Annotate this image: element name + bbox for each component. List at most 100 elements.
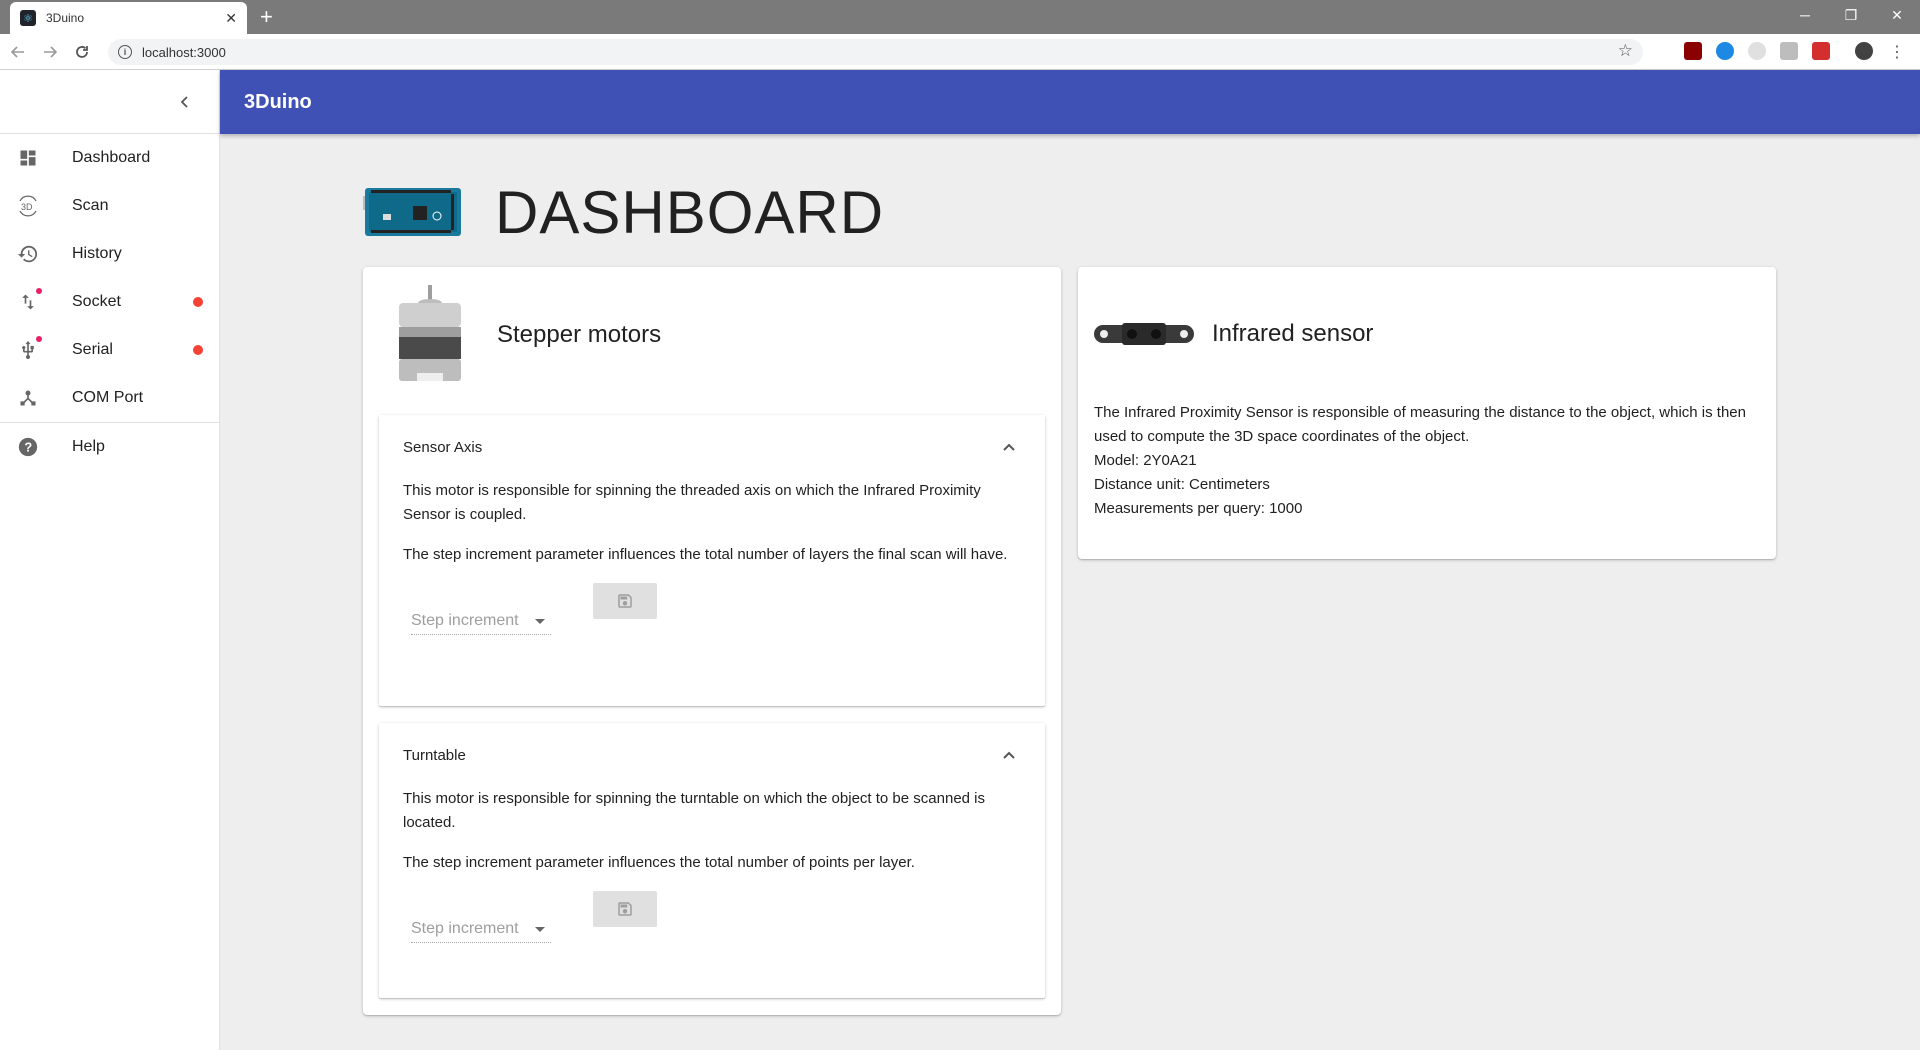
dropdown-caret-icon (535, 619, 545, 624)
sidebar-item-socket[interactable]: Socket (0, 278, 219, 326)
react-favicon-icon: ⚛ (20, 10, 36, 26)
bookmark-star-icon[interactable]: ☆ (1618, 41, 1633, 61)
sidebar-item-label: COM Port (72, 389, 144, 406)
panel-title: Turntable (403, 746, 466, 764)
browser-toolbar: i localhost:3000 ☆ ⋮ (0, 34, 1920, 70)
control-row: Step increment (403, 583, 1021, 643)
save-icon (618, 594, 632, 608)
step-increment-select[interactable]: Step increment (411, 607, 551, 635)
dashboard-icon (16, 146, 40, 170)
app-bar: 3Duino (220, 70, 1920, 134)
select-placeholder: Step increment (411, 919, 519, 937)
profile-avatar[interactable] (1855, 42, 1873, 60)
sensor-axis-panel: Sensor Axis This motor is responsible fo… (379, 415, 1045, 706)
sidebar-item-com-port[interactable]: COM Port (0, 374, 219, 422)
page-title: DASHBOARD (495, 178, 885, 246)
ir-card-title: Infrared sensor (1212, 320, 1374, 347)
back-icon[interactable] (4, 38, 32, 66)
socket-badge-dot (36, 288, 42, 294)
help-icon: ? (16, 435, 40, 459)
browser-tabstrip: ⚛ 3Duino ✕ + ─ ❐ ✕ (0, 0, 1920, 34)
step-increment-select[interactable]: Step increment (411, 915, 551, 943)
chevron-up-icon[interactable] (999, 745, 1019, 765)
panel-title: Sensor Axis (403, 438, 483, 456)
sidebar-item-help[interactable]: ? Help (0, 423, 219, 471)
socket-status-indicator (193, 297, 203, 307)
drawer-header (0, 70, 219, 134)
stepper-card-title: Stepper motors (497, 320, 662, 348)
control-row: Step increment (403, 891, 1021, 951)
panel-description: The step increment parameter influences … (403, 854, 915, 871)
3d-rotation-icon: 3D (16, 194, 40, 218)
save-button[interactable] (593, 891, 657, 927)
window-controls: ─ ❐ ✕ (1782, 0, 1920, 30)
ir-description: The Infrared Proximity Sensor is respons… (1094, 404, 1746, 445)
serial-status-indicator (193, 345, 203, 355)
ublock-extension-icon[interactable] (1684, 42, 1702, 60)
sidebar-item-dashboard[interactable]: Dashboard (0, 134, 219, 182)
extension-red-icon[interactable] (1812, 42, 1830, 60)
stepper-motors-card: Stepper motors Sensor Axis This motor is… (363, 267, 1061, 1015)
tab-close-icon[interactable]: ✕ (225, 10, 237, 27)
collapse-drawer-button[interactable] (173, 90, 197, 114)
sidebar-item-label: Serial (72, 341, 113, 358)
chevron-left-icon (180, 96, 188, 108)
sidebar-drawer: Dashboard 3D Scan History Socket Serial … (0, 70, 220, 1050)
sidebar-item-label: Scan (72, 197, 109, 214)
browser-tab[interactable]: ⚛ 3Duino ✕ (10, 2, 247, 34)
sidebar-item-label: Dashboard (72, 149, 151, 166)
new-tab-button[interactable]: + (260, 4, 273, 30)
restore-button[interactable]: ❐ (1828, 0, 1874, 30)
svg-text:3D: 3D (21, 202, 33, 212)
select-placeholder: Step increment (411, 611, 519, 629)
extension-blue-icon[interactable] (1716, 42, 1734, 60)
tab-title: 3Duino (46, 11, 85, 25)
arduino-board-image (363, 188, 461, 236)
panel-description: The step increment parameter influences … (403, 546, 1008, 563)
turntable-panel-body: This motor is responsible for spinning t… (379, 787, 1045, 951)
history-icon (16, 242, 40, 266)
extension-puzzle-icon[interactable] (1780, 42, 1798, 60)
sensor-axis-panel-header[interactable]: Sensor Axis (379, 415, 1045, 479)
save-button[interactable] (593, 583, 657, 619)
chevron-up-icon[interactable] (999, 437, 1019, 457)
ir-card-body: The Infrared Proximity Sensor is respons… (1078, 401, 1776, 521)
sidebar-item-label: History (72, 245, 122, 262)
ir-card-header: Infrared sensor (1078, 267, 1776, 401)
sensor-axis-panel-body: This motor is responsible for spinning t… (379, 479, 1045, 643)
stepper-motor-image (399, 284, 461, 381)
ir-distance-unit: Distance unit: Centimeters (1094, 476, 1270, 493)
stepper-card-header: Stepper motors (363, 267, 1061, 402)
swap-vert-icon (16, 288, 42, 314)
dropdown-caret-icon (535, 927, 545, 932)
browser-menu-icon[interactable]: ⋮ (1888, 42, 1906, 61)
svg-text:?: ? (24, 440, 32, 455)
forward-icon[interactable] (36, 38, 64, 66)
save-icon (618, 902, 632, 916)
minimize-button[interactable]: ─ (1782, 0, 1828, 30)
device-hub-icon (16, 386, 40, 410)
window-close-button[interactable]: ✕ (1874, 0, 1920, 30)
site-info-icon[interactable]: i (118, 45, 132, 59)
extension-grey-icon[interactable] (1748, 42, 1766, 60)
turntable-panel-header[interactable]: Turntable (379, 723, 1045, 787)
sidebar-item-history[interactable]: History (0, 230, 219, 278)
address-bar[interactable]: i localhost:3000 ☆ (108, 39, 1643, 65)
sidebar-item-label: Help (72, 438, 105, 455)
app-title: 3Duino (244, 90, 312, 113)
panel-description: This motor is responsible for spinning t… (403, 790, 985, 831)
infrared-sensor-card: Infrared sensor The Infrared Proximity S… (1078, 267, 1776, 559)
sidebar-item-scan[interactable]: 3D Scan (0, 182, 219, 230)
serial-badge-dot (36, 336, 42, 342)
infrared-sensor-image (1094, 323, 1194, 345)
sidebar-item-serial[interactable]: Serial (0, 326, 219, 374)
page-header: DASHBOARD (363, 178, 884, 246)
sidebar-item-label: Socket (72, 293, 121, 310)
panel-description: This motor is responsible for spinning t… (403, 482, 981, 523)
ir-measurements: Measurements per query: 1000 (1094, 500, 1303, 517)
turntable-panel: Turntable This motor is responsible for … (379, 723, 1045, 998)
ir-model: Model: 2Y0A21 (1094, 452, 1197, 469)
usb-icon (16, 336, 42, 362)
url-text: localhost:3000 (142, 44, 226, 60)
reload-icon[interactable] (68, 38, 96, 66)
